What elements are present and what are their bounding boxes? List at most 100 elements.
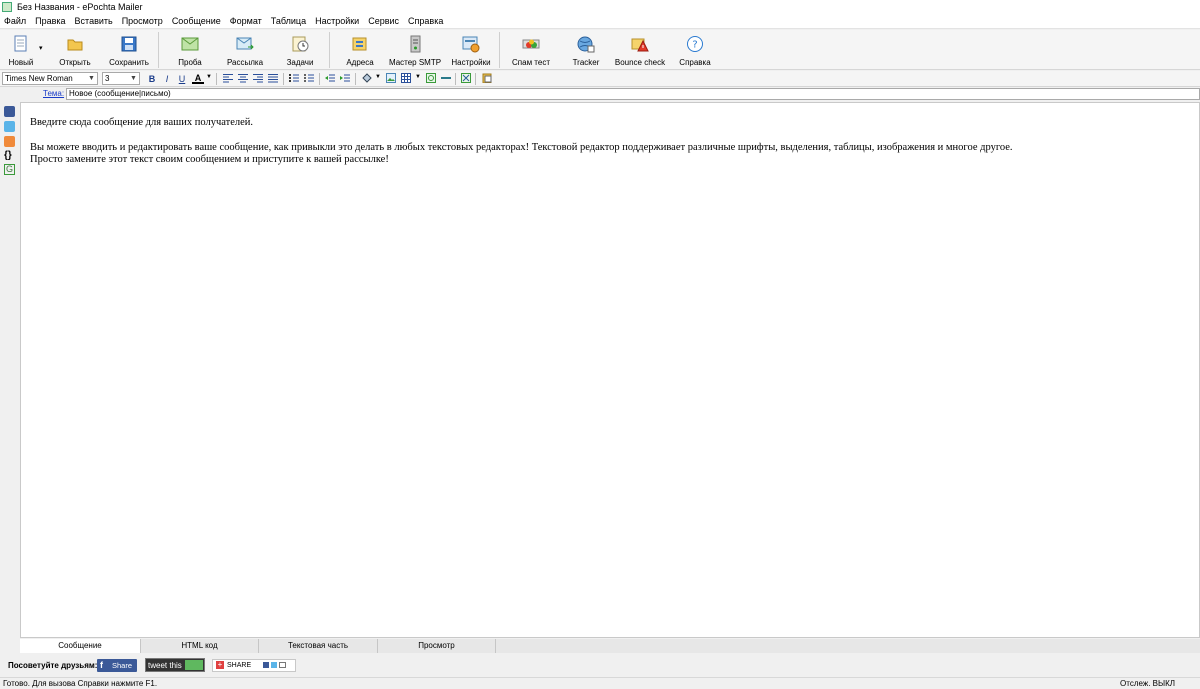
menu-service[interactable]: Сервис — [368, 16, 399, 26]
new-dropdown-arrow-icon[interactable]: ▾ — [39, 44, 43, 52]
menu-settings[interactable]: Настройки — [315, 16, 359, 26]
underline-button[interactable]: U — [176, 73, 188, 85]
test-button[interactable]: Проба — [176, 33, 204, 69]
status-bar: Готово. Для вызова Справки нажмите F1. О… — [0, 677, 1200, 689]
indent-icon[interactable] — [339, 73, 351, 85]
save-label: Сохранить — [109, 58, 149, 67]
editor-paragraph: Просто замените этот текст своим сообщен… — [30, 154, 389, 165]
facebook-share-label: Share — [112, 661, 133, 670]
clear-format-icon[interactable] — [460, 73, 472, 85]
share-bar: Посоветуйте друзьям: f Share tweet this … — [0, 654, 1200, 677]
server-icon — [406, 35, 424, 53]
test-mail-icon — [181, 35, 199, 53]
bounce-warning-icon — [631, 35, 649, 53]
smtp-wizard-button[interactable]: Мастер SMTP — [388, 33, 442, 69]
align-justify-icon[interactable] — [267, 73, 279, 85]
menu-help[interactable]: Справка — [408, 16, 443, 26]
italic-button[interactable]: I — [161, 73, 173, 85]
tracker-label: Tracker — [572, 58, 600, 67]
chevron-down-icon: ▼ — [130, 75, 137, 82]
fill-color-icon[interactable] — [361, 73, 373, 85]
facebook-share-button[interactable]: f Share — [97, 659, 137, 672]
google-icon[interactable]: G — [4, 164, 15, 175]
menu-message[interactable]: Сообщение — [172, 16, 221, 26]
align-right-icon[interactable] — [252, 73, 264, 85]
menu-insert[interactable]: Вставить — [75, 16, 113, 26]
image-icon[interactable] — [385, 73, 397, 85]
font-family-value: Times New Roman — [5, 74, 73, 83]
settings-button[interactable]: Настройки — [451, 33, 491, 69]
tasks-button[interactable]: Задачи — [285, 33, 315, 69]
send-button[interactable]: Рассылка — [226, 33, 264, 69]
save-button[interactable]: Сохранить — [109, 33, 149, 69]
editor-paragraph: Введите сюда сообщение для ваших получат… — [30, 117, 254, 128]
smtp-wizard-label: Мастер SMTP — [388, 58, 442, 67]
tab-text-part[interactable]: Текстовая часть — [259, 639, 378, 653]
tasks-label: Задачи — [286, 58, 314, 67]
spam-test-label: Спам тест — [512, 58, 550, 67]
table-icon[interactable] — [400, 73, 412, 85]
address-book-icon — [351, 35, 369, 53]
message-editor[interactable]: Введите сюда сообщение для ваших получат… — [20, 102, 1200, 638]
tracker-button[interactable]: Tracker — [571, 33, 601, 69]
menu-edit[interactable]: Правка — [35, 16, 65, 26]
outdent-icon[interactable] — [324, 73, 336, 85]
new-button[interactable]: Новый — [6, 33, 36, 69]
mail-icon[interactable] — [4, 136, 15, 147]
numbered-list-icon[interactable] — [288, 73, 300, 85]
menu-view[interactable]: Просмотр — [122, 16, 163, 26]
align-left-icon[interactable] — [222, 73, 234, 85]
align-center-icon[interactable] — [237, 73, 249, 85]
subject-input[interactable]: Новое (сообщение|письмо) — [66, 88, 1200, 100]
spam-test-button[interactable]: Спам тест — [512, 33, 550, 69]
send-mail-icon — [236, 35, 254, 53]
status-text: Готово. Для вызова Справки нажмите F1. — [3, 679, 158, 688]
subject-row: Тема: Новое (сообщение|письмо) — [0, 88, 1200, 101]
menu-table[interactable]: Таблица — [271, 16, 306, 26]
new-document-icon — [12, 35, 30, 53]
menu-file[interactable]: Файл — [4, 16, 26, 26]
font-family-select[interactable]: Times New Roman ▼ — [2, 72, 98, 85]
horizontal-rule-icon[interactable] — [440, 73, 452, 85]
facebook-f-icon: f — [100, 660, 103, 670]
tracking-status: Отслеж. ВЫКЛ — [1120, 679, 1175, 688]
tweet-this-button[interactable]: tweet this — [145, 658, 205, 672]
font-size-select[interactable]: 3 ▼ — [102, 72, 140, 85]
table-dropdown-icon[interactable]: ▼ — [415, 74, 421, 80]
clock-tasks-icon — [291, 35, 309, 53]
tweet-label: tweet this — [148, 661, 182, 670]
font-color-dropdown-icon[interactable]: ▼ — [206, 74, 212, 80]
bold-button[interactable]: B — [146, 73, 158, 85]
toolbar-divider — [329, 32, 330, 68]
settings-label: Настройки — [451, 58, 491, 67]
font-color-button[interactable]: A — [192, 73, 204, 84]
format-divider — [216, 73, 217, 85]
bounce-check-button[interactable]: Bounce check — [614, 33, 666, 69]
addresses-label: Адреса — [346, 58, 374, 67]
addresses-button[interactable]: Адреса — [343, 33, 377, 69]
link-icon[interactable] — [425, 73, 437, 85]
menu-format[interactable]: Формат — [230, 16, 262, 26]
tab-message[interactable]: Сообщение — [20, 639, 141, 653]
open-label: Открыть — [59, 58, 91, 67]
facebook-icon[interactable] — [4, 106, 15, 117]
left-sidebar: {} G — [0, 102, 18, 638]
main-toolbar: Новый ▾ Открыть Сохранить Проба Рассылка… — [0, 30, 1200, 70]
new-label: Новый — [8, 58, 34, 67]
open-button[interactable]: Открыть — [58, 33, 92, 69]
twitter-icon[interactable] — [4, 121, 15, 132]
email-small-icon — [279, 662, 286, 668]
paste-icon[interactable] — [481, 73, 493, 85]
tab-html-code[interactable]: HTML код — [141, 639, 259, 653]
format-toolbar: Times New Roman ▼ 3 ▼ B I U A ▼ ▼ ▼ — [0, 71, 1200, 87]
help-button[interactable]: ? Справка — [679, 33, 711, 69]
fill-color-dropdown-icon[interactable]: ▼ — [375, 74, 381, 80]
code-braces-icon[interactable]: {} — [4, 150, 15, 161]
subject-label[interactable]: Тема: — [43, 89, 64, 98]
bounce-check-label: Bounce check — [614, 58, 666, 67]
format-divider — [455, 73, 456, 85]
tab-preview[interactable]: Просмотр — [378, 639, 496, 653]
bullet-list-icon[interactable] — [303, 73, 315, 85]
format-divider — [283, 73, 284, 85]
addthis-share-button[interactable]: + SHARE — [212, 659, 296, 672]
